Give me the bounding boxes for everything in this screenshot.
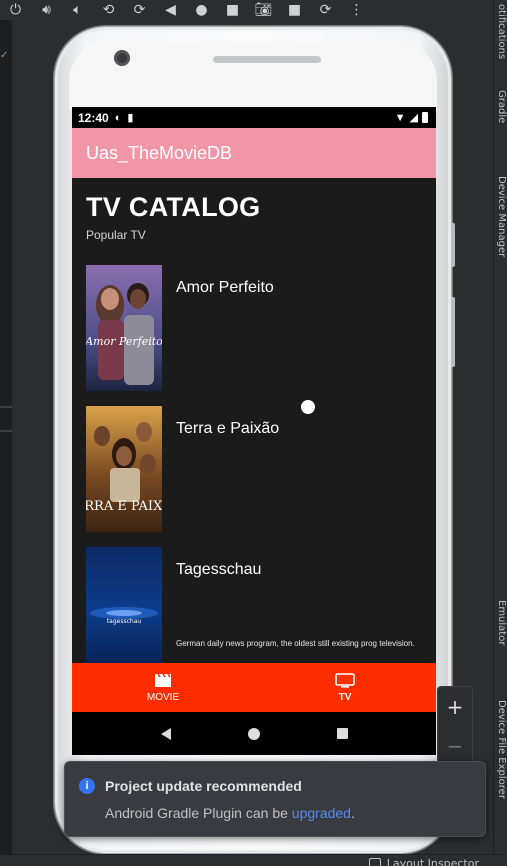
- front-camera: [114, 50, 130, 66]
- camera-icon[interactable]: 📷︎: [248, 0, 279, 20]
- layout-inspector-label: Layout Inspector: [386, 857, 479, 866]
- nav-label: TV: [338, 691, 352, 703]
- panel-label: Emulator: [496, 600, 507, 646]
- home-icon[interactable]: [247, 727, 260, 740]
- notification-title: Project update recommended: [105, 778, 302, 794]
- app-title: Uas_TheMovieDB: [86, 142, 233, 163]
- device-screen[interactable]: 12:40 ◐ ▮ ▼ ◢ Uas_TheMovieDB TV CATALOG …: [72, 107, 436, 755]
- recents-icon[interactable]: [336, 728, 348, 739]
- list-item[interactable]: Amor Perfeito Amor Perfeito: [86, 265, 426, 391]
- device-frame: 12:40 ◐ ▮ ▼ ◢ Uas_TheMovieDB TV CATALOG …: [54, 26, 455, 854]
- back-icon[interactable]: [160, 727, 171, 740]
- show-title: Terra e Paixão: [176, 420, 280, 437]
- notifications-panel-tab[interactable]: otifications: [493, 4, 507, 64]
- show-title: Amor Perfeito: [176, 279, 274, 296]
- battery-icon: [422, 112, 428, 123]
- system-navigation-bar: [72, 712, 436, 755]
- video-icon[interactable]: ■: [279, 0, 310, 20]
- nav-item-movie[interactable]: MOVIE: [72, 663, 254, 712]
- tv-icon: [335, 672, 355, 688]
- poster-image: Amor Perfeito: [86, 265, 162, 391]
- notification-balloon[interactable]: i Project update recommended Android Gra…: [64, 761, 486, 837]
- page-title: TV CATALOG: [86, 192, 261, 222]
- emulator-toolbar: ⏻ 🔊︎ 🔈︎ ⟲ ⟳ ◀ ● ■ 📷︎ ■ ⟳ ⋮: [0, 0, 507, 20]
- page-subtitle: Popular TV: [86, 228, 146, 242]
- wifi-icon: ▼: [394, 111, 406, 124]
- list-item[interactable]: tagesschau Tagesschau German daily news …: [86, 547, 426, 663]
- right-tool-strip: otifications Gradle Device Manager Emula…: [493, 0, 507, 866]
- rotate-right-icon[interactable]: ⟳: [124, 0, 155, 20]
- poster-text: TERRA E PAIXÃO: [86, 498, 162, 514]
- check-icon: ✓: [0, 50, 9, 61]
- panel-label: Device Manager: [496, 176, 507, 258]
- more-icon[interactable]: ⋮: [341, 0, 372, 20]
- zoom-out-button[interactable]: −: [447, 734, 464, 758]
- power-icon[interactable]: ⏻: [0, 0, 31, 20]
- zoom-controls: + −: [437, 686, 473, 766]
- ide-status-bar: Layout Inspector: [0, 854, 507, 866]
- home-icon[interactable]: ●: [186, 0, 217, 20]
- overview-icon[interactable]: ■: [217, 0, 248, 20]
- panel-label: otifications: [496, 4, 507, 60]
- volume-down-icon[interactable]: 🔈︎: [62, 0, 93, 20]
- signal-icon: ◢: [409, 112, 418, 124]
- show-title: Tagesschau: [176, 561, 262, 578]
- back-icon[interactable]: ◀: [155, 0, 186, 20]
- status-bar: 12:40 ◐ ▮ ▼ ◢: [72, 107, 436, 128]
- panel-label: Device File Explorer: [496, 700, 507, 799]
- earpiece-speaker: [213, 56, 321, 63]
- device-file-explorer-panel-tab[interactable]: Device File Explorer: [493, 700, 507, 840]
- list-item[interactable]: TERRA E PAIXÃO Terra e Paixão: [86, 406, 426, 532]
- layout-inspector-tab[interactable]: Layout Inspector: [368, 857, 479, 866]
- bottom-navigation: MOVIE TV: [72, 663, 436, 712]
- emulator-panel-tab[interactable]: Emulator: [493, 600, 507, 670]
- notification-body-prefix: Android Gradle Plugin can be: [105, 805, 292, 821]
- app-bar: Uas_TheMovieDB: [72, 128, 436, 178]
- volume-button[interactable]: [451, 297, 455, 367]
- poster-text: Amor Perfeito: [86, 335, 162, 348]
- play-protect-icon: ◐: [114, 111, 122, 124]
- snapshot-icon[interactable]: ⟳: [310, 0, 341, 20]
- panel-label: Gradle: [496, 90, 507, 124]
- nav-item-tv[interactable]: TV: [254, 663, 436, 712]
- poster-text: tagesschau: [107, 618, 142, 625]
- gutter-divider: [0, 430, 12, 432]
- layout-inspector-icon: [368, 857, 381, 866]
- notification-body-suffix: .: [350, 805, 355, 821]
- upgrade-link[interactable]: upgraded: [292, 805, 351, 821]
- rotate-left-icon[interactable]: ⟲: [93, 0, 124, 20]
- status-time: 12:40: [78, 110, 109, 125]
- editor-gutter: ✓: [0, 20, 12, 860]
- info-icon: i: [79, 778, 95, 794]
- show-description: German daily news program, the oldest st…: [176, 639, 415, 648]
- gradle-panel-tab[interactable]: Gradle: [493, 90, 507, 150]
- sd-card-icon: ▮: [127, 112, 134, 124]
- power-button[interactable]: [451, 223, 455, 267]
- zoom-in-button[interactable]: +: [447, 695, 464, 719]
- clapperboard-icon: [155, 673, 171, 687]
- gutter-divider: [0, 406, 12, 408]
- touch-indicator: [301, 400, 315, 414]
- device-manager-panel-tab[interactable]: Device Manager: [493, 176, 507, 296]
- nav-label: MOVIE: [146, 691, 180, 703]
- tv-catalog-list[interactable]: TV CATALOG Popular TV Amor Perfeito Amor…: [72, 178, 436, 663]
- notification-body: Android Gradle Plugin can be upgraded.: [105, 805, 355, 821]
- poster-image: tagesschau: [86, 547, 162, 663]
- volume-up-icon[interactable]: 🔊︎: [31, 0, 62, 20]
- poster-image: TERRA E PAIXÃO: [86, 406, 162, 532]
